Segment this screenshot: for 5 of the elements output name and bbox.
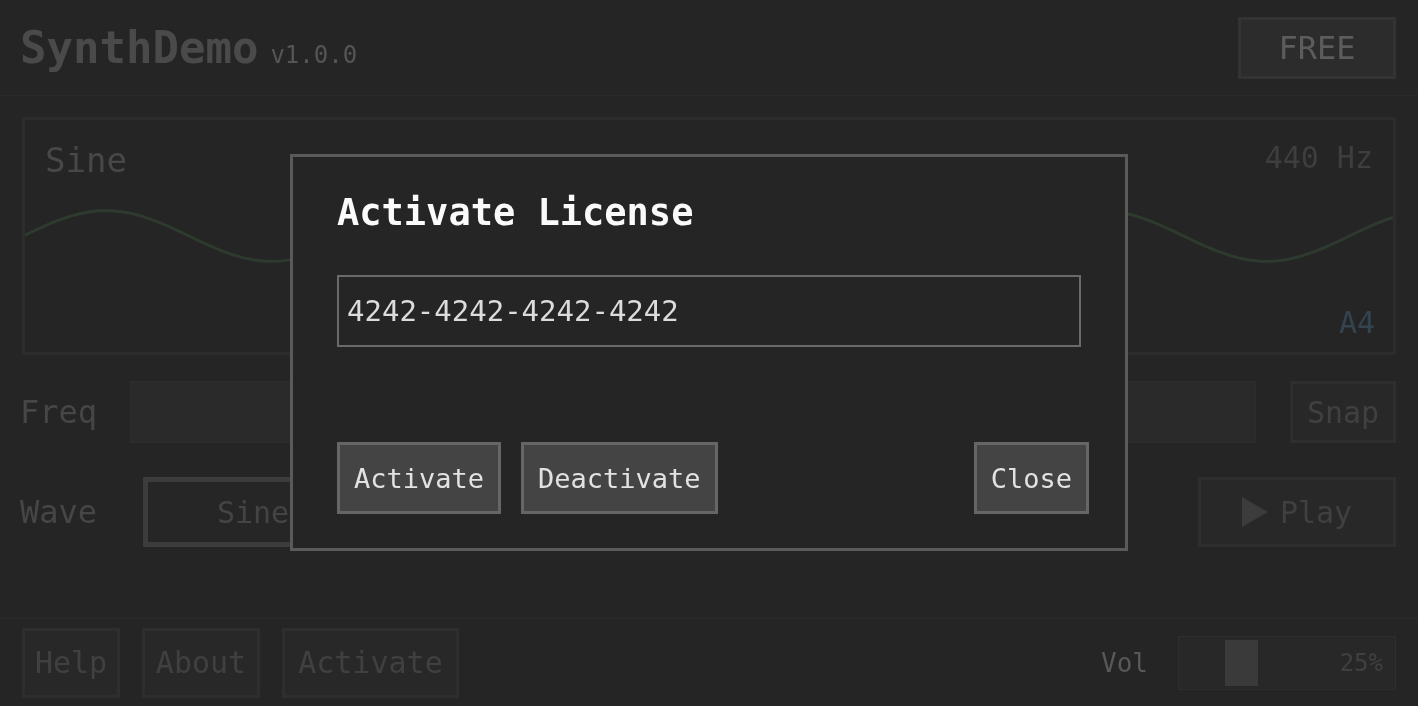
dialog-button[interactable]: Deactivate [521,442,718,514]
close-button[interactable]: Close [973,442,1089,514]
dialog-button[interactable]: Activate [337,442,502,514]
dialog-title: Activate License [337,191,695,235]
license-key-field[interactable]: 4242-4242-4242-4242 [337,275,1081,347]
